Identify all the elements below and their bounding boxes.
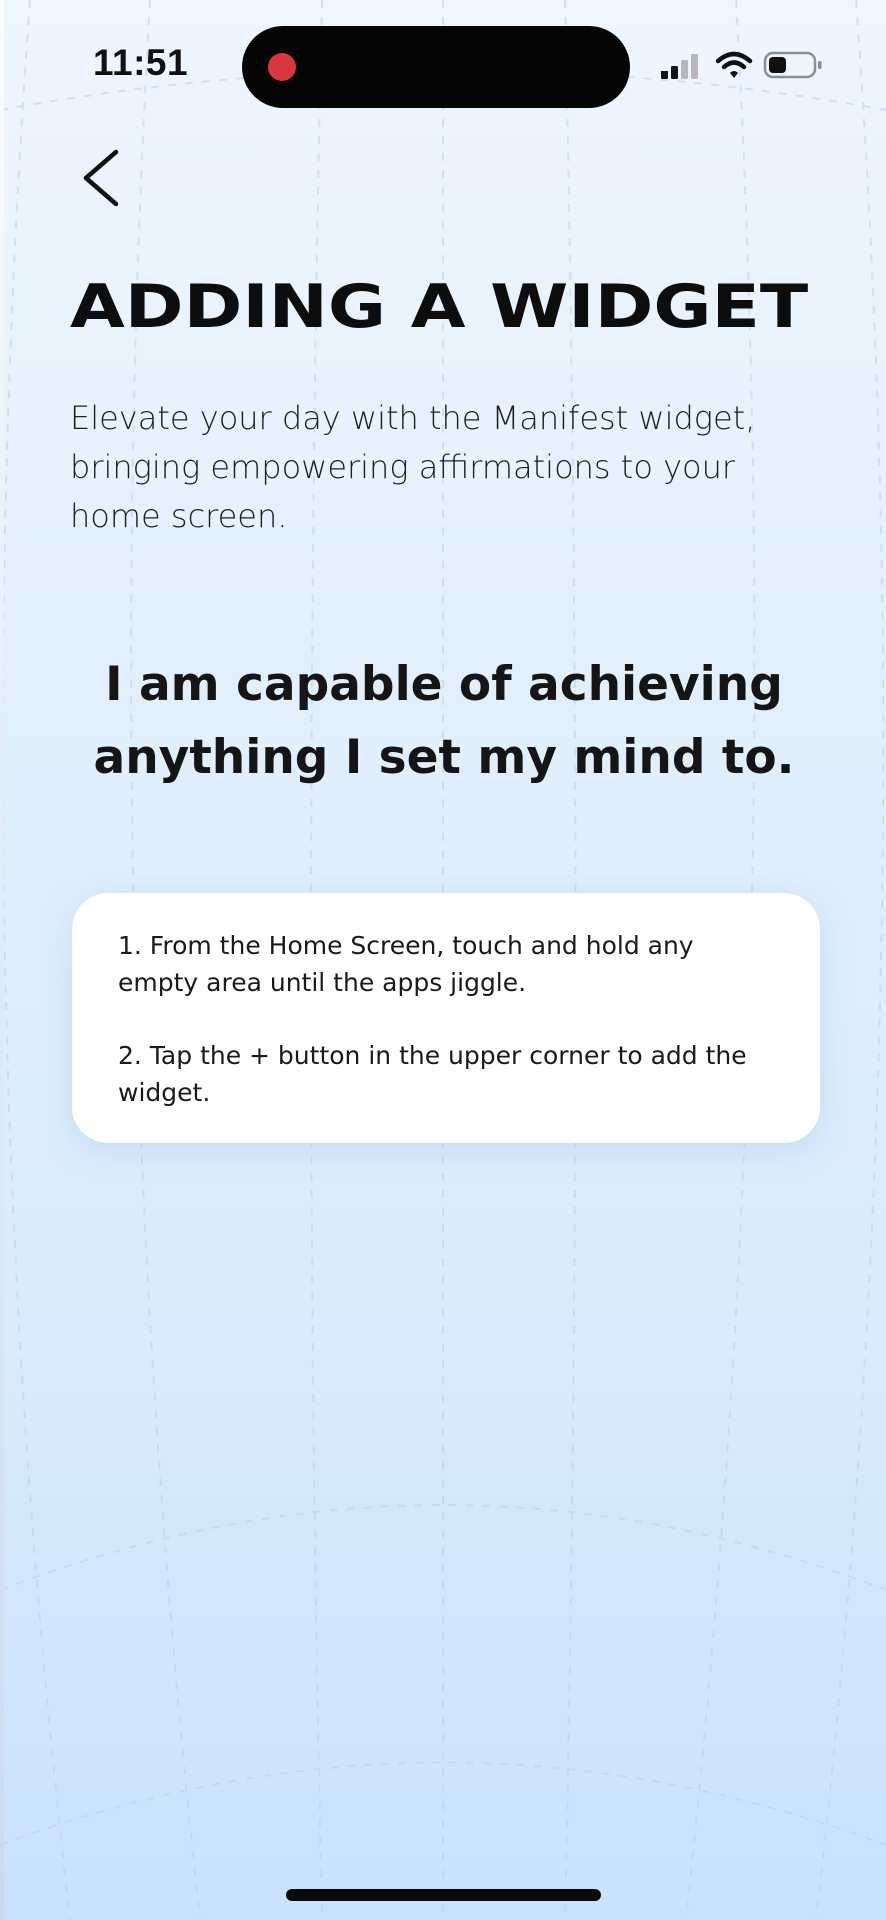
intro-text: Elevate your day with the Manifest widge… bbox=[70, 399, 756, 535]
page-title: ADDING A WIDGET bbox=[70, 272, 809, 342]
instruction-step-2: 2. Tap the + button in the upper corner … bbox=[118, 1041, 747, 1107]
battery-icon bbox=[763, 51, 822, 79]
home-indicator[interactable] bbox=[286, 1889, 601, 1901]
widget-instructions-screen: 11:51 ADDING A WIDGET Elevate your day w… bbox=[0, 0, 886, 1920]
left-edge-sliver bbox=[0, 0, 4, 1920]
recording-indicator-icon bbox=[268, 53, 296, 81]
status-bar: 11:51 bbox=[0, 0, 886, 130]
dynamic-island bbox=[242, 26, 630, 108]
back-button[interactable] bbox=[72, 140, 142, 220]
chevron-left-icon bbox=[83, 149, 119, 207]
status-time: 11:51 bbox=[93, 42, 189, 83]
instructions-card: 1. From the Home Screen, touch and hold … bbox=[72, 893, 820, 1143]
affirmation-preview: I am capable of achieving anything I set… bbox=[93, 657, 795, 785]
instruction-step-1: 1. From the Home Screen, touch and hold … bbox=[118, 931, 694, 997]
wifi-icon bbox=[715, 51, 753, 78]
cellular-signal-icon bbox=[661, 54, 698, 79]
